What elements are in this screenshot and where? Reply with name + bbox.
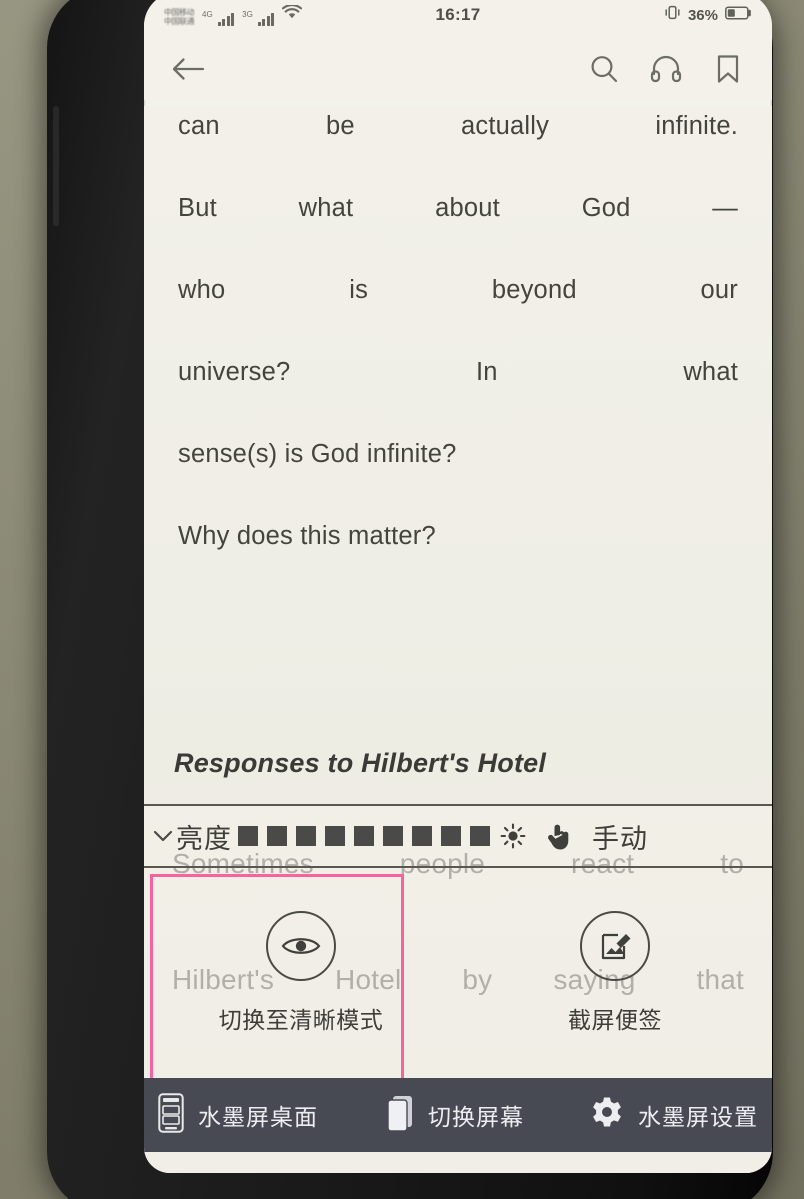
switch-screen-icon bbox=[384, 1093, 414, 1138]
text-line: But what about God — bbox=[178, 194, 738, 222]
switch-to-clear-mode-button[interactable]: 切换至清晰模式 bbox=[144, 868, 458, 1084]
system-bar-label: 水墨屏桌面 bbox=[198, 1105, 318, 1131]
eye-icon bbox=[266, 911, 336, 981]
brightness-step[interactable] bbox=[354, 826, 374, 846]
chevron-down-icon[interactable] bbox=[150, 828, 176, 844]
brightness-step[interactable] bbox=[296, 826, 316, 846]
phone-body: 中国移动 中国联通 4G 3G 16:17 36% can be actuall… bbox=[47, 0, 773, 1199]
eink-control-panel: 亮度 手动 切换至清晰模式 截屏便签 bbox=[144, 804, 772, 1084]
status-bar: 中国移动 中国联通 4G 3G 16:17 36% bbox=[144, 0, 772, 38]
brightness-step[interactable] bbox=[383, 826, 403, 846]
brightness-row: 亮度 手动 bbox=[144, 806, 772, 868]
brightness-label: 亮度 bbox=[176, 823, 232, 855]
bookmark-icon[interactable] bbox=[710, 51, 746, 87]
battery-percent-label: 36% bbox=[687, 6, 718, 24]
vibrate-icon bbox=[664, 4, 681, 26]
text-line: Why does this matter? bbox=[178, 522, 436, 550]
brightness-step[interactable] bbox=[441, 826, 461, 846]
text-line: who is beyond our bbox=[178, 276, 738, 304]
back-arrow-icon[interactable] bbox=[170, 51, 206, 87]
search-icon[interactable] bbox=[586, 51, 622, 87]
home-indicator-area bbox=[144, 1152, 772, 1173]
system-bar: 水墨屏桌面 切换屏幕 水墨屏设置 bbox=[144, 1078, 772, 1152]
brightness-mode-label: 手动 bbox=[592, 823, 648, 855]
screenshot-note-button[interactable]: 截屏便签 bbox=[458, 868, 772, 1078]
paragraph-1: can be actually infinite. But what about… bbox=[170, 106, 746, 598]
system-bar-item-eink-settings[interactable]: 水墨屏设置 bbox=[590, 1096, 758, 1135]
brightness-step[interactable] bbox=[267, 826, 287, 846]
text-line: can be actually infinite. bbox=[178, 112, 738, 140]
hand-pointer-icon[interactable] bbox=[546, 822, 570, 850]
brightness-step[interactable] bbox=[238, 826, 258, 846]
section-heading: Responses to Hilbert's Hotel bbox=[174, 748, 547, 778]
brightness-step[interactable] bbox=[325, 826, 345, 846]
phone-screen: 中国移动 中国联通 4G 3G 16:17 36% can be actuall… bbox=[144, 0, 772, 1173]
eink-action-row: 切换至清晰模式 截屏便签 bbox=[144, 868, 772, 1084]
system-bar-item-switch-screen[interactable]: 切换屏幕 bbox=[384, 1093, 524, 1138]
battery-icon bbox=[725, 5, 752, 25]
system-bar-item-eink-desktop[interactable]: 水墨屏桌面 bbox=[158, 1092, 318, 1138]
status-bar-right: 36% bbox=[664, 4, 752, 26]
headphones-icon[interactable] bbox=[648, 51, 684, 87]
switch-to-clear-mode-label: 切换至清晰模式 bbox=[218, 1008, 384, 1034]
eink-desktop-icon bbox=[158, 1092, 184, 1138]
text-line: universe? In what bbox=[178, 358, 738, 386]
reader-page[interactable]: can be actually infinite. But what about… bbox=[144, 106, 772, 1173]
reader-toolbar bbox=[144, 38, 772, 100]
system-bar-label: 切换屏幕 bbox=[428, 1105, 524, 1131]
screenshot-note-label: 截屏便签 bbox=[568, 1008, 662, 1034]
brightness-step[interactable] bbox=[470, 826, 490, 846]
screenshot-note-icon bbox=[580, 911, 650, 981]
brightness-step[interactable] bbox=[412, 826, 432, 846]
gear-icon bbox=[590, 1096, 624, 1135]
sun-icon[interactable] bbox=[500, 823, 526, 849]
text-line: sense(s) is God infinite? bbox=[178, 440, 457, 468]
brightness-slider[interactable] bbox=[238, 826, 490, 846]
system-bar-label: 水墨屏设置 bbox=[638, 1105, 758, 1131]
